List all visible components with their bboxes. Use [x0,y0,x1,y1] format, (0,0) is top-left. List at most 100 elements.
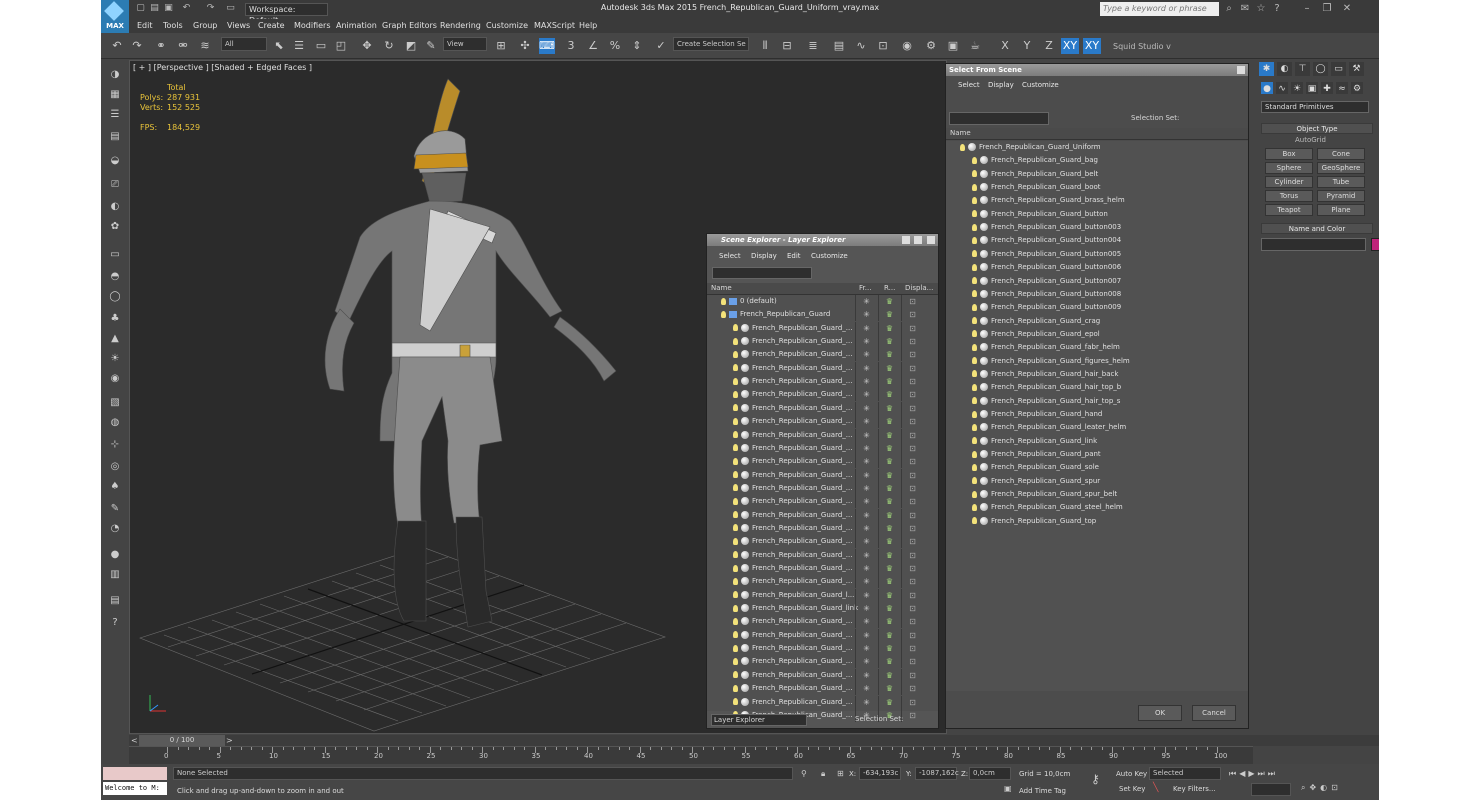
project-folder-icon[interactable]: ▭ [225,3,236,14]
checker-icon[interactable]: ▧ [108,396,122,410]
geometry-icon[interactable]: ● [1261,82,1273,94]
freeze-toggle-icon[interactable]: ✳ [855,535,877,549]
freeze-toggle-icon[interactable]: ✳ [855,375,877,389]
scene-object-row[interactable]: French_Republican_Guard_crag [946,315,1246,328]
time-slider[interactable]: < 0 / 100 > [129,735,1379,746]
scene-explorer-close-icon[interactable] [927,236,935,244]
freeze-toggle-icon[interactable]: ✳ [855,441,877,455]
viewport-label[interactable]: [ + ] [Perspective ] [Shaded + Edged Fac… [133,63,312,72]
visibility-bulb-icon[interactable] [733,471,738,479]
render-toggle-icon[interactable]: ♛ [878,468,900,482]
key-icon[interactable]: ⚷ [1091,772,1100,786]
menu-views[interactable]: Views [227,21,250,30]
render-toggle-icon[interactable]: ♛ [878,642,900,656]
freeze-toggle-icon[interactable]: ✳ [855,428,877,442]
scene-object-row[interactable]: French_Republican_Guard_spur [946,475,1246,488]
col-render[interactable]: R... [884,284,895,292]
scene-object-row[interactable]: French_Republican_Guard_button007 [946,275,1246,288]
display-toggle-icon[interactable]: ⊡ [901,361,923,375]
camera-icon[interactable]: ⎚ [108,178,122,192]
visibility-bulb-icon[interactable] [733,631,738,639]
reference-coord-dropdown[interactable]: View [443,37,487,51]
visibility-bulb-icon[interactable] [733,377,738,385]
material-editor-icon[interactable]: ◉ [899,38,915,54]
time-next-icon[interactable]: > [226,736,233,745]
visibility-bulb-icon[interactable] [733,591,738,599]
redo-button[interactable]: ↷ [129,38,145,54]
scene-object-row[interactable]: French_Republican_Guard_button009 [946,301,1246,314]
rendered-frame-icon[interactable]: ▣ [945,38,961,54]
scene-root-row[interactable]: French_Republican_Guard_Uniform [946,141,1246,154]
window-crossing-icon[interactable]: ◰ [333,38,349,54]
visibility-bulb-icon[interactable] [972,170,977,178]
scene-object-row[interactable]: French_Republican_Guard_button006 [946,261,1246,274]
freeze-toggle-icon[interactable]: ✳ [855,481,877,495]
sphere-icon[interactable]: ◯ [108,290,122,304]
select-scene-title[interactable]: Select From Scene [946,64,1248,76]
scene-object-row[interactable]: French_Republican_Guard_boot [946,181,1246,194]
render-setup-icon[interactable]: ⚙ [923,38,939,54]
visibility-bulb-icon[interactable] [733,671,738,679]
display-tab-icon[interactable]: ▭ [1331,62,1346,76]
sphere-button[interactable]: Sphere [1265,162,1313,174]
display-toggle-icon[interactable]: ⊡ [901,508,923,522]
stack-icon[interactable]: ▤ [108,594,122,608]
restore-icon[interactable]: ❐ [1321,3,1333,15]
object-row[interactable]: French_Republican_Guard_l... ✳ ♛ ⊡ [707,588,938,602]
scene-explorer-maximize-icon[interactable] [914,236,922,244]
absolute-mode-icon[interactable]: ⊞ [837,769,844,778]
render-toggle-icon[interactable]: ♛ [878,508,900,522]
help-icon[interactable]: ? [1271,3,1283,15]
app-logo[interactable]: MAX [101,0,129,33]
object-row[interactable]: French_Republican_Guard_...✳♛⊡ [707,548,938,562]
select-scene-filter-icons[interactable] [949,94,1129,108]
display-toggle-icon[interactable]: ⊡ [901,655,923,669]
visibility-bulb-icon[interactable] [733,617,738,625]
object-color-swatch[interactable] [1371,238,1379,251]
shapes-icon[interactable]: ∿ [1276,82,1288,94]
visibility-bulb-icon[interactable] [972,423,977,431]
save-file-icon[interactable]: ▣ [163,3,174,14]
object-row[interactable]: French_Republican_Guard_...✳♛⊡ [707,388,938,402]
clipboard-icon[interactable]: ▥ [108,568,122,582]
display-toggle-icon[interactable]: ⊡ [901,495,923,509]
maxscript-listener-mini[interactable] [103,767,167,780]
angle-snap-icon[interactable]: ∠ [585,38,601,54]
tube-button[interactable]: Tube [1317,176,1365,188]
object-row[interactable]: French_Republican_Guard_...✳♛⊡ [707,401,938,415]
grid-icon[interactable]: ▤ [108,130,122,144]
freeze-toggle-icon[interactable]: ✳ [855,655,877,669]
helper-icon[interactable]: ◐ [108,200,122,214]
scene-explorer-search[interactable] [712,267,812,279]
display-toggle-icon[interactable]: ⊡ [901,682,923,696]
auto-key-button[interactable]: Auto Key [1116,770,1147,778]
primitives-dropdown[interactable]: Standard Primitives [1261,101,1369,113]
col-name[interactable]: Name [711,284,732,292]
visibility-bulb-icon[interactable] [972,303,977,311]
display-toggle-icon[interactable]: ⊡ [901,535,923,549]
select-manipulate-icon[interactable]: ✣ [517,38,533,54]
visibility-bulb-icon[interactable] [733,511,738,519]
visibility-bulb-icon[interactable] [972,183,977,191]
place-icon[interactable]: ✎ [423,38,439,54]
visibility-bulb-icon[interactable] [733,551,738,559]
object-row[interactable]: French_Republican_Guard_...✳♛⊡ [707,575,938,589]
axis-xy-button[interactable]: XY [1061,38,1079,54]
scene-object-row[interactable]: French_Republican_Guard_steel_helm [946,501,1246,514]
cone-button[interactable]: Cone [1317,148,1365,160]
lights-icon[interactable]: ☀ [1291,82,1303,94]
se-menu-select[interactable]: Select [719,252,741,260]
keyboard-shortcut-icon[interactable]: ⌨ [539,38,555,54]
ribbon-icon[interactable]: ▤ [831,38,847,54]
current-frame-field[interactable] [1251,783,1291,796]
ss-col-name[interactable]: Name [950,129,971,137]
plant-icon[interactable]: ♣ [108,312,122,326]
visibility-bulb-icon[interactable] [972,236,977,244]
time-prev-icon[interactable]: < [131,736,138,745]
move-icon[interactable]: ✥ [359,38,375,54]
visibility-bulb-icon[interactable] [733,444,738,452]
visibility-bulb-icon[interactable] [972,370,977,378]
visibility-bulb-icon[interactable] [972,490,977,498]
freeze-toggle-icon[interactable]: ✳ [855,695,877,709]
render-toggle-icon[interactable]: ♛ [878,308,900,322]
